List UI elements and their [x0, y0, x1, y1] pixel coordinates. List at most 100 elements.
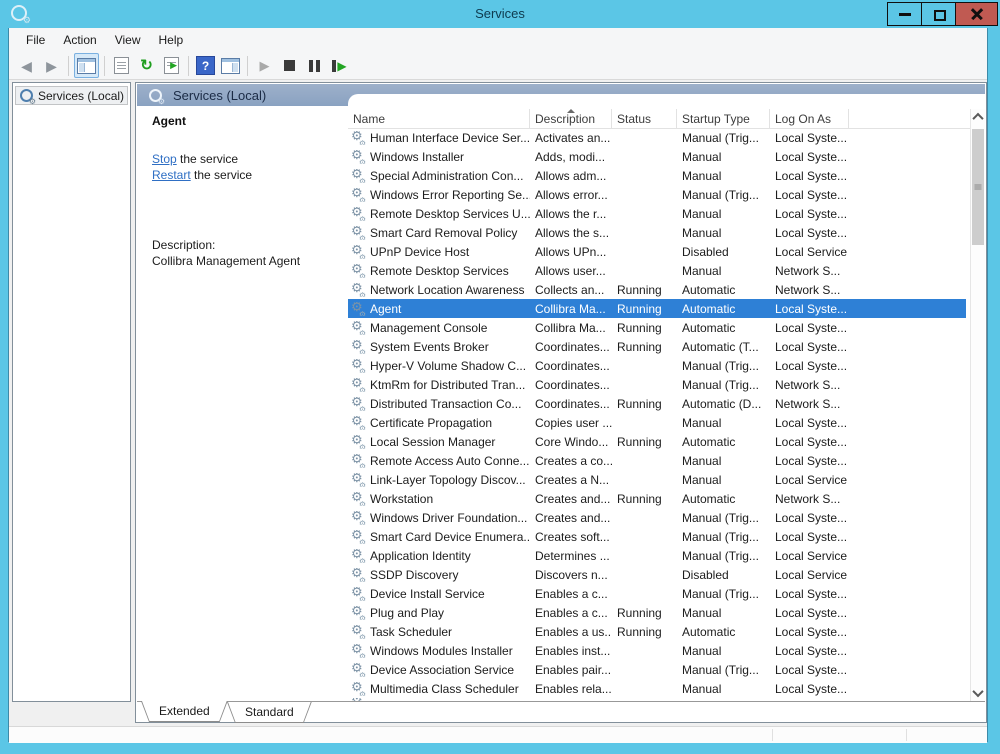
service-row-task-scheduler[interactable]: Task SchedulerEnables a us...RunningAuto…	[348, 622, 970, 641]
pause-service-button[interactable]	[303, 54, 326, 77]
menu-item-action[interactable]: Action	[54, 28, 105, 52]
service-row-application-identity[interactable]: Application IdentityDetermines ...Manual…	[348, 546, 970, 565]
service-log-on-as: Local Service	[770, 549, 849, 563]
service-row-smart-card-removal-policy[interactable]: Smart Card Removal PolicyAllows the s...…	[348, 223, 970, 242]
service-row-hyper-v-volume-shadow-c[interactable]: Hyper-V Volume Shadow C...Coordinates...…	[348, 356, 970, 375]
scrollbar-grip-icon	[975, 185, 982, 190]
tab-extended[interactable]: Extended	[141, 701, 228, 722]
service-log-on-as: Local Syste...	[770, 226, 849, 240]
column-header-status[interactable]: Status	[612, 109, 677, 128]
service-row-windows-driver-foundation[interactable]: Windows Driver Foundation...Creates and.…	[348, 508, 970, 527]
back-icon: ◀	[21, 59, 32, 73]
minimize-button[interactable]	[887, 2, 922, 26]
service-name: Plug and Play	[370, 606, 444, 620]
service-startup-type: Manual	[677, 682, 770, 696]
service-row-local-session-manager[interactable]: Local Session ManagerCore Windo...Runnin…	[348, 432, 970, 451]
service-gear-icon	[351, 587, 366, 601]
vertical-scrollbar[interactable]	[970, 109, 985, 701]
menu-item-view[interactable]: View	[106, 28, 150, 52]
maximize-icon	[934, 10, 946, 21]
list-rows: Human Interface Device Ser...Activates a…	[348, 128, 970, 701]
service-row-windows-modules-installer[interactable]: Windows Modules InstallerEnables inst...…	[348, 641, 970, 660]
restart-service-link[interactable]: Restart	[152, 168, 191, 182]
service-row-human-interface-device-ser[interactable]: Human Interface Device Ser...Activates a…	[348, 128, 970, 147]
service-row-system-events-broker[interactable]: System Events BrokerCoordinates...Runnin…	[348, 337, 970, 356]
start-service-button[interactable]: ▶	[253, 54, 276, 77]
properties-button[interactable]	[110, 54, 133, 77]
service-row-distributed-transaction-co[interactable]: Distributed Transaction Co...Coordinates…	[348, 394, 970, 413]
properties-icon	[114, 57, 129, 74]
menu-item-help[interactable]: Help	[150, 28, 193, 52]
close-button[interactable]	[955, 2, 998, 26]
service-name: Windows Modules Installer	[370, 644, 513, 658]
show-console-tree-button[interactable]	[74, 53, 99, 78]
stop-service-link[interactable]: Stop	[152, 152, 177, 166]
export-list-button[interactable]: ▶	[160, 54, 183, 77]
toolbar-separator	[68, 56, 69, 76]
service-name: Distributed Transaction Co...	[370, 397, 521, 411]
refresh-button[interactable]: ↻	[135, 54, 158, 77]
service-log-on-as: Local Syste...	[770, 606, 849, 620]
service-row-network-location-awareness[interactable]: Network Location AwarenessCollects an...…	[348, 280, 970, 299]
tab-standard[interactable]: Standard	[227, 702, 312, 723]
service-description: Collects an...	[530, 283, 612, 297]
column-header-description[interactable]: Description	[530, 109, 612, 128]
menu-item-file[interactable]: File	[17, 28, 54, 52]
service-startup-type: Automatic	[677, 492, 770, 506]
tree-item-services-local[interactable]: Services (Local)	[15, 86, 128, 105]
service-row-certificate-propagation[interactable]: Certificate PropagationCopies user ...Ma…	[348, 413, 970, 432]
help-icon: ?	[196, 56, 215, 75]
service-description: Creates a N...	[530, 473, 612, 487]
service-log-on-as: Local Syste...	[770, 587, 849, 601]
service-row-remote-access-auto-conne[interactable]: Remote Access Auto Conne...Creates a co.…	[348, 451, 970, 470]
service-row-special-administration-con[interactable]: Special Administration Con...Allows adm.…	[348, 166, 970, 185]
service-status: Running	[612, 321, 677, 335]
service-row-windows-installer[interactable]: Windows InstallerAdds, modi...ManualLoca…	[348, 147, 970, 166]
service-startup-type: Manual (Trig...	[677, 359, 770, 373]
service-row-device-association-service[interactable]: Device Association ServiceEnables pair..…	[348, 660, 970, 679]
scroll-down-button[interactable]	[971, 685, 985, 701]
service-row-windows-error-reporting-se[interactable]: Windows Error Reporting Se...Allows erro…	[348, 185, 970, 204]
service-row-workstation[interactable]: WorkstationCreates and...RunningAutomati…	[348, 489, 970, 508]
service-log-on-as: Local Syste...	[770, 682, 849, 696]
service-row-ktmrm-for-distributed-tran[interactable]: KtmRm for Distributed Tran...Coordinates…	[348, 375, 970, 394]
service-row-multimedia-class-scheduler[interactable]: Multimedia Class SchedulerEnables rela..…	[348, 679, 970, 698]
service-row-smart-card-device-enumera[interactable]: Smart Card Device Enumera...Creates soft…	[348, 527, 970, 546]
column-header-name[interactable]: Name	[348, 109, 530, 128]
service-gear-icon	[351, 397, 366, 411]
service-startup-type: Manual	[677, 606, 770, 620]
service-row-link-layer-topology-discov[interactable]: Link-Layer Topology Discov...Creates a N…	[348, 470, 970, 489]
service-row-agent[interactable]: AgentCollibra Ma...RunningAutomaticLocal…	[348, 299, 970, 318]
service-status: Running	[612, 283, 677, 297]
scroll-up-button[interactable]	[971, 109, 985, 125]
service-row-plug-and-play[interactable]: Plug and PlayEnables a c...RunningManual…	[348, 603, 970, 622]
service-gear-icon	[351, 435, 366, 449]
service-status: Running	[612, 435, 677, 449]
stop-service-button[interactable]	[278, 54, 301, 77]
service-description: Creates soft...	[530, 530, 612, 544]
service-row-ssdp-discovery[interactable]: SSDP DiscoveryDiscovers n...DisabledLoca…	[348, 565, 970, 584]
show-action-pane-button[interactable]	[219, 54, 242, 77]
scrollbar-thumb[interactable]	[972, 129, 984, 245]
service-row-management-console[interactable]: Management ConsoleCollibra Ma...RunningA…	[348, 318, 970, 337]
restart-service-button[interactable]: ▶	[328, 54, 351, 77]
column-header-startup-type[interactable]: Startup Type	[677, 109, 770, 128]
toolbar-separator	[104, 56, 105, 76]
back-button[interactable]: ◀	[15, 54, 38, 77]
service-startup-type: Manual	[677, 169, 770, 183]
service-description: Allows error...	[530, 188, 612, 202]
service-row-remote-desktop-services[interactable]: Remote Desktop ServicesAllows user...Man…	[348, 261, 970, 280]
forward-button[interactable]: ▶	[40, 54, 63, 77]
service-row-upnp-device-host[interactable]: UPnP Device HostAllows UPn...DisabledLoc…	[348, 242, 970, 261]
service-log-on-as: Network S...	[770, 264, 849, 278]
service-status: Running	[612, 606, 677, 620]
refresh-icon: ↻	[140, 58, 153, 73]
column-header-log-on-as[interactable]: Log On As	[770, 109, 849, 128]
service-row-device-install-service[interactable]: Device Install ServiceEnables a c...Manu…	[348, 584, 970, 603]
service-row-remote-desktop-services-u[interactable]: Remote Desktop Services U...Allows the r…	[348, 204, 970, 223]
help-button[interactable]: ?	[194, 54, 217, 77]
service-name: Workstation	[370, 492, 433, 506]
maximize-button[interactable]	[921, 2, 956, 26]
service-name: Smart Card Removal Policy	[370, 226, 517, 240]
service-gear-icon	[351, 663, 366, 677]
